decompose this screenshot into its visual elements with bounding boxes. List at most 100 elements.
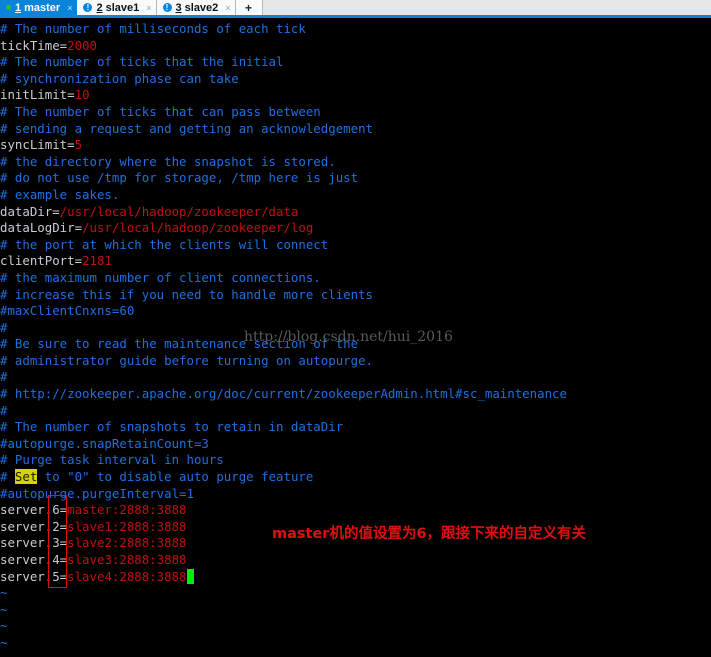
alert-badge-icon: ! (83, 3, 93, 12)
terminal-line: # http://zookeeper.apache.org/doc/curren… (0, 386, 711, 403)
terminal-text: master:2888:3888 (67, 502, 187, 518)
terminal-line: #autopurge.purgeInterval=1 (0, 486, 711, 503)
terminal-tab-bar: 1 master ×! 2 slave1 ×! 3 slave2 × + (0, 0, 711, 18)
terminal-text: # example sakes. (0, 186, 120, 202)
terminal-text: # (0, 402, 8, 418)
terminal-line: # Purge task interval in hours (0, 452, 711, 469)
terminal-line: # The number of ticks that can pass betw… (0, 104, 711, 121)
tab-index-label: 2 (96, 1, 103, 14)
terminal-text: server.5= (0, 568, 68, 584)
tab-title-label: slave1 (105, 1, 140, 14)
terminal-text: # (0, 319, 8, 335)
tab-index-label: 1 (15, 1, 22, 14)
terminal-line: ~ (0, 618, 711, 635)
terminal-line: ~ (0, 635, 711, 652)
terminal-line: # do not use /tmp for storage, /tmp here… (0, 170, 711, 187)
terminal-text: # The number of milliseconds of each tic… (0, 21, 306, 36)
terminal-text: tickTime= (0, 37, 68, 53)
terminal-text: # the port at which the clients will con… (0, 236, 329, 252)
search-highlight: Set (14, 469, 38, 485)
terminal-text: # increase this if you need to handle mo… (0, 286, 373, 302)
terminal-line: ~ (0, 585, 711, 602)
terminal-screen[interactable]: # The number of milliseconds of each tic… (0, 18, 711, 657)
terminal-text: slave3:2888:3888 (67, 552, 187, 567)
terminal-line: server.6=master:2888:3888 (0, 502, 711, 519)
terminal-text: # synchronization phase can take (0, 70, 239, 86)
terminal-text: clientPort= (0, 253, 83, 269)
terminal-text: dataLogDir= (0, 220, 83, 236)
terminal-line: # The number of milliseconds of each tic… (0, 21, 711, 38)
terminal-line: # The number of ticks that the initial (0, 54, 711, 71)
terminal-text: # do not use /tmp for storage, /tmp here… (0, 170, 359, 186)
terminal-line: #autopurge.snapRetainCount=3 (0, 436, 711, 453)
tab-title-label: master (24, 1, 61, 14)
terminal-line: # Be sure to read the maintenance sectio… (0, 336, 711, 353)
terminal-text: # sending a request and getting an ackno… (0, 120, 373, 136)
close-icon[interactable]: × (225, 3, 230, 13)
terminal-line: server.5=slave4:2888:3888 (0, 568, 711, 586)
terminal-line: dataDir=/usr/local/hadoop/zookeeper/data (0, 204, 711, 221)
terminal-text: 5 (74, 137, 83, 153)
terminal-text: ~ (0, 585, 8, 601)
terminal-line: tickTime=2000 (0, 38, 711, 55)
terminal-text: # (0, 469, 15, 485)
terminal-line: # (0, 369, 711, 386)
terminal-text: /usr/local/hadoop/zookeeper/log (82, 220, 314, 236)
terminal-text: initLimit= (0, 87, 75, 103)
terminal-line: ~ (0, 602, 711, 619)
terminal-line: # sending a request and getting an ackno… (0, 121, 711, 138)
terminal-text: #autopurge.snapRetainCount=3 (0, 435, 209, 451)
terminal-text: # Purge task interval in hours (0, 452, 224, 468)
terminal-text: server.4= (0, 552, 68, 567)
terminal-text: # The number of ticks that can pass betw… (0, 103, 321, 119)
terminal-text: # administrator guide before turning on … (0, 352, 373, 368)
tab-title-label: slave2 (184, 1, 219, 14)
terminal-line: # synchronization phase can take (0, 71, 711, 88)
terminal-line: dataLogDir=/usr/local/hadoop/zookeeper/l… (0, 220, 711, 237)
terminal-text: # Be sure to read the maintenance sectio… (0, 336, 359, 352)
terminal-line: # the maximum number of client connectio… (0, 270, 711, 287)
vim-text-buffer: # The number of milliseconds of each tic… (0, 21, 711, 657)
terminal-text: server.6= (0, 502, 68, 518)
terminal-text: 10 (74, 87, 90, 103)
terminal-line: # The number of snapshots to retain in d… (0, 419, 711, 436)
terminal-text: ~ (0, 618, 8, 634)
plus-icon: + (245, 0, 253, 15)
terminal-line: # (0, 403, 711, 420)
annotation-note: master机的值设置为6，跟接下来的自定义有关 (272, 526, 587, 542)
terminal-text: dataDir= (0, 203, 60, 219)
terminal-text: ~ (0, 652, 7, 657)
terminal-text: 2181 (82, 253, 112, 269)
terminal-line: # the directory where the snapshot is st… (0, 154, 711, 171)
terminal-line: # the port at which the clients will con… (0, 237, 711, 254)
tab-master[interactable]: 1 master × (0, 0, 78, 15)
terminal-text: slave4:2888:3888 (67, 568, 187, 584)
close-icon[interactable]: × (67, 3, 72, 13)
terminal-text: # http://zookeeper.apache.org/doc/curren… (0, 386, 567, 402)
tab-slave1[interactable]: ! 2 slave1 × (77, 0, 157, 15)
terminal-text: # (0, 369, 8, 385)
close-icon[interactable]: × (146, 3, 151, 13)
terminal-text: server.3= (0, 535, 68, 551)
terminal-line: #maxClientCnxns=60 (0, 303, 711, 320)
tab-slave2[interactable]: ! 3 slave2 × (156, 0, 236, 15)
terminal-text: # The number of snapshots to retain in d… (0, 419, 344, 435)
terminal-line: ~ (0, 652, 711, 657)
terminal-line: # Set to "0" to disable auto purge featu… (0, 469, 711, 486)
alert-badge-icon: ! (162, 3, 172, 12)
text-cursor (186, 568, 194, 584)
terminal-line: # increase this if you need to handle mo… (0, 287, 711, 304)
terminal-text: syncLimit= (0, 137, 75, 153)
terminal-line: syncLimit=5 (0, 137, 711, 154)
terminal-line: # (0, 320, 711, 337)
terminal-line: initLimit=10 (0, 87, 711, 104)
terminal-line: # example sakes. (0, 187, 711, 204)
active-session-dot-icon (6, 5, 11, 10)
terminal-text: slave2:2888:3888 (67, 535, 187, 551)
terminal-text: # the maximum number of client connectio… (0, 269, 321, 285)
terminal-text: /usr/local/hadoop/zookeeper/data (59, 203, 299, 219)
terminal-line: server.4=slave3:2888:3888 (0, 552, 711, 569)
new-tab-button[interactable]: + (235, 0, 263, 15)
terminal-line: # administrator guide before turning on … (0, 353, 711, 370)
terminal-text: #autopurge.purgeInterval=1 (0, 485, 194, 501)
